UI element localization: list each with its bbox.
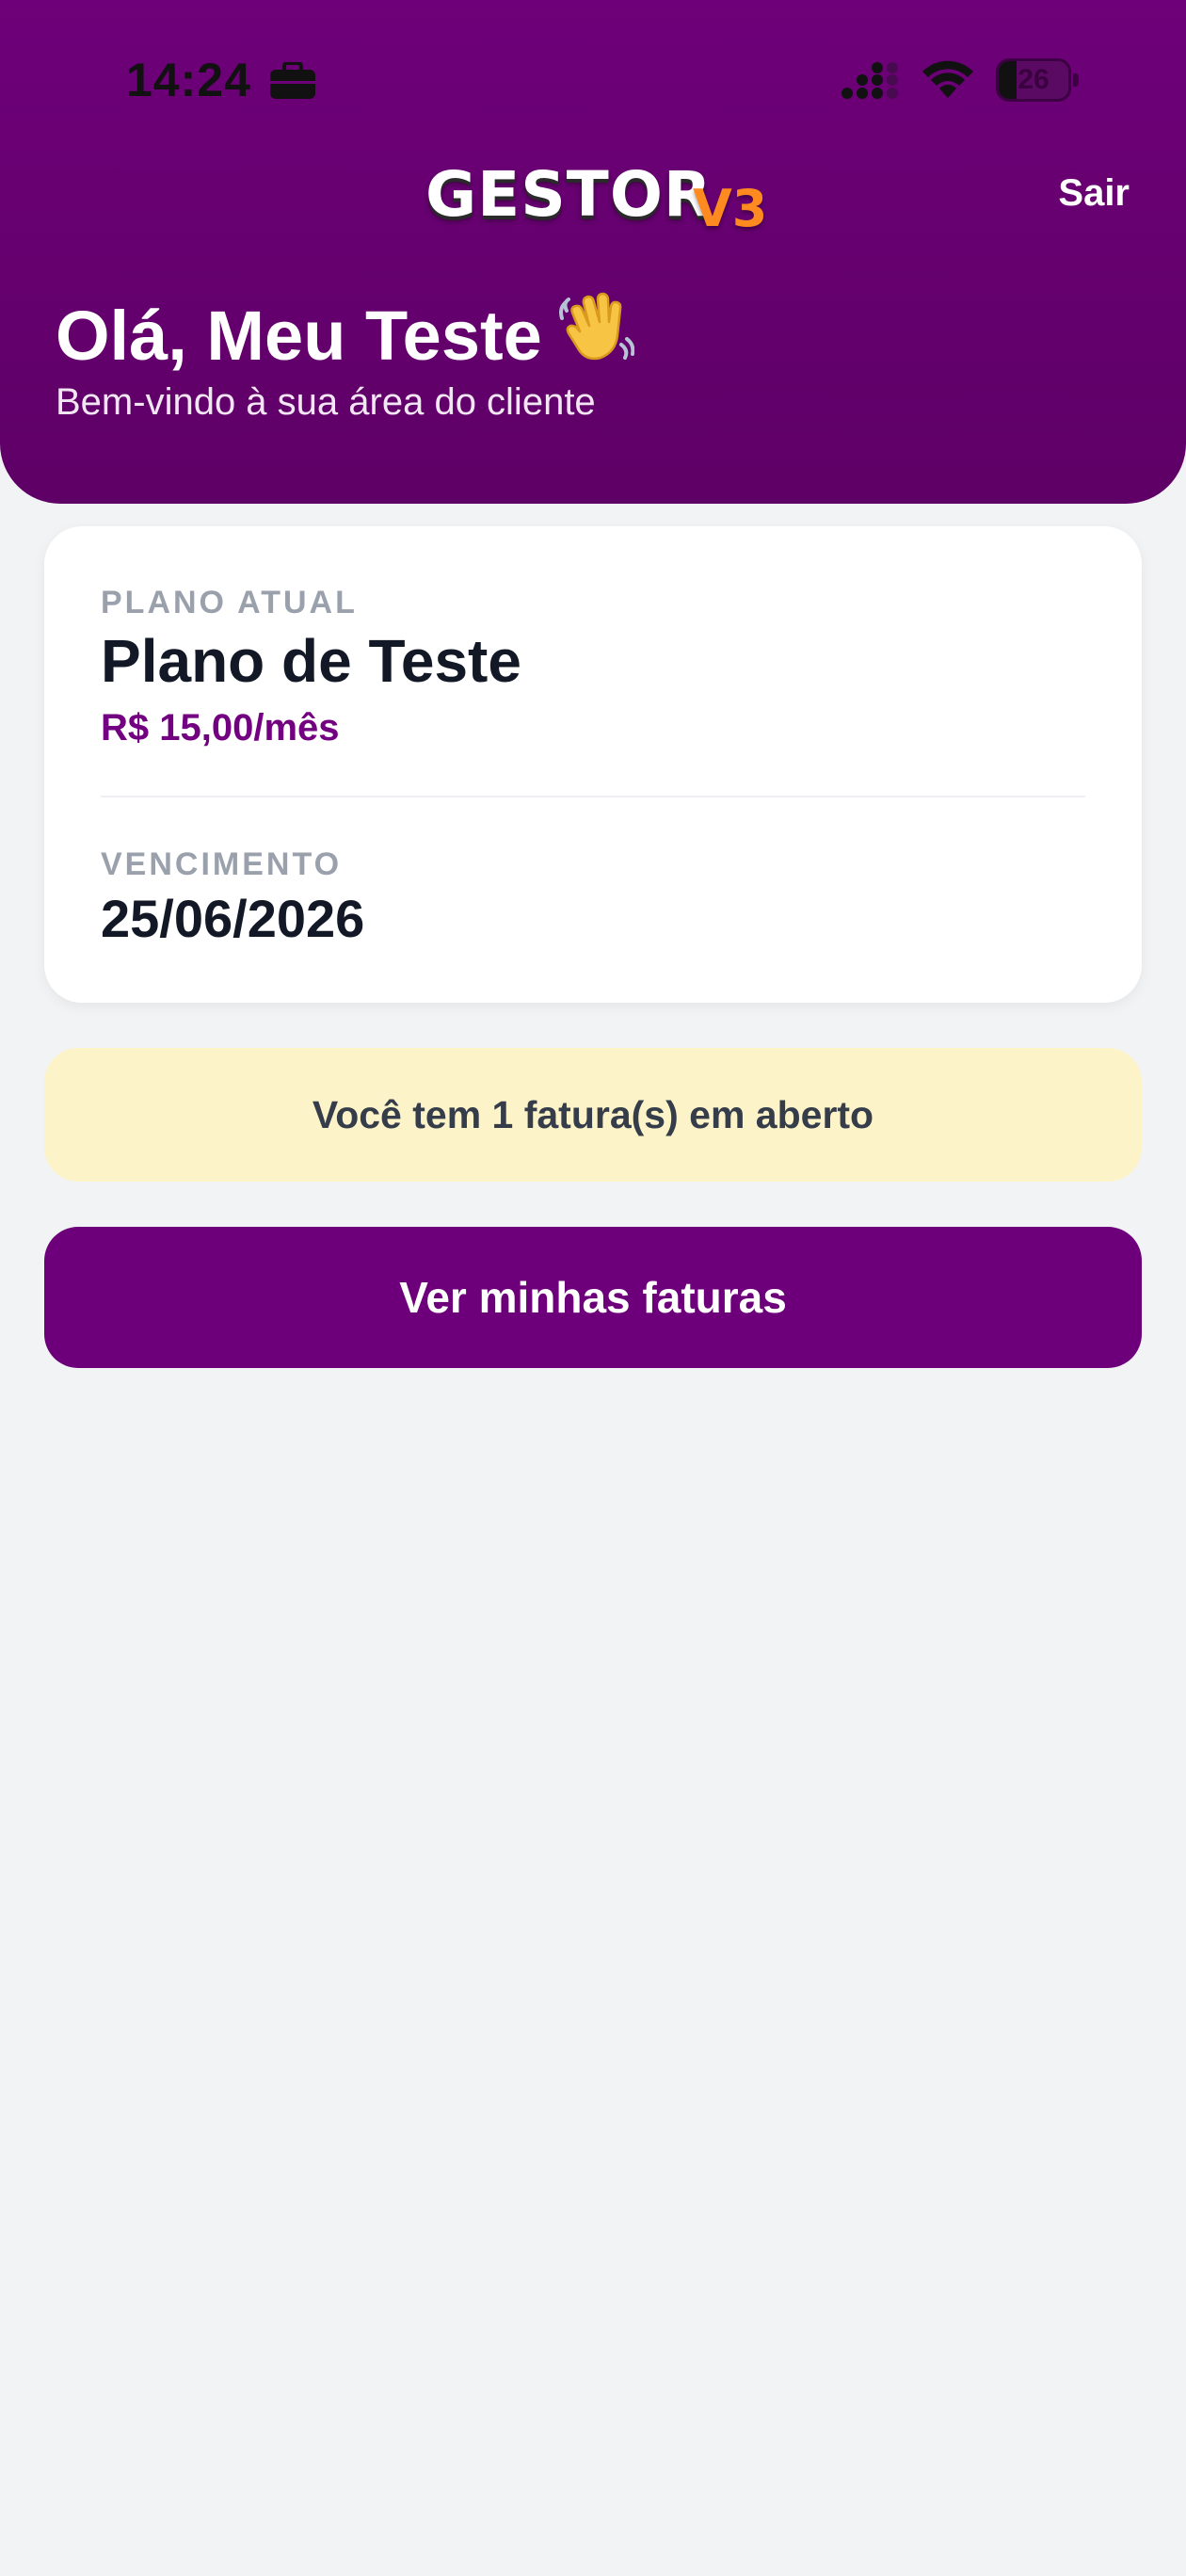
plan-label: PLANO ATUAL [101, 585, 358, 620]
status-time: 14:24 [126, 54, 251, 106]
plan-card: PLANO ATUAL Plano de Teste R$ 15,00/mês … [44, 526, 1142, 1003]
logout-link[interactable]: Sair [1058, 172, 1130, 215]
due-date-label: VENCIMENTO [101, 846, 343, 882]
header: 14:24 26 GESTOR V3 Sair Olá, Meu Teste B… [0, 0, 1186, 504]
app-logo: GESTOR V3 [425, 158, 768, 243]
waving-hand-icon [558, 292, 634, 361]
wifi-icon [922, 60, 973, 98]
open-invoices-alert: Você tem 1 fatura(s) em aberto [44, 1048, 1142, 1182]
plan-name: Plano de Teste [101, 627, 521, 695]
status-bar: 14:24 26 [0, 0, 1186, 160]
welcome-subtitle: Bem-vindo à sua área do cliente [56, 381, 596, 423]
logo-version-text: V3 [693, 179, 768, 238]
greeting-heading: Olá, Meu Teste [56, 290, 634, 376]
card-divider [101, 796, 1085, 797]
battery-level: 26 [1018, 64, 1050, 95]
plan-price: R$ 15,00/mês [101, 707, 340, 749]
signal-icon [841, 62, 898, 99]
greeting-text: Olá, Meu Teste [56, 297, 542, 375]
due-date-value: 25/06/2026 [101, 889, 365, 948]
logo-main-text: GESTOR [425, 158, 713, 231]
battery-tip [1073, 73, 1079, 87]
client-home-screen: 14:24 26 GESTOR V3 Sair Olá, Meu Teste B… [0, 0, 1186, 2576]
briefcase-icon [270, 62, 315, 99]
view-invoices-button[interactable]: Ver minhas faturas [44, 1227, 1142, 1368]
battery-indicator: 26 [996, 58, 1079, 102]
